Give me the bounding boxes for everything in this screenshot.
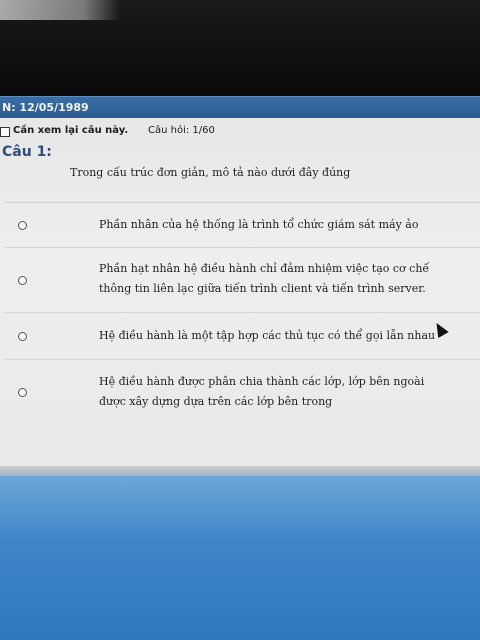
screen-glare	[0, 0, 120, 20]
answer-option-1[interactable]: Phần nhân của hệ thống là trình tổ chức …	[4, 203, 480, 248]
answer-line: thông tin liên lạc giữa tiến trình clien…	[99, 282, 426, 295]
answer-line: Hệ điều hành được phân chia thành các lớ…	[99, 375, 425, 388]
question-text: Trong cấu trúc đơn giản, mô tả nào dưới …	[70, 166, 351, 179]
question-toolbar: Cần xem lại câu này. Câu hỏi: 1/60	[0, 124, 480, 142]
answer-text-1: Phần nhân của hệ thống là trình tổ chức …	[99, 215, 459, 235]
answer-line: Phần nhân của hệ thống là trình tổ chức …	[99, 218, 419, 231]
answer-radio-4[interactable]	[18, 388, 27, 397]
panel-bottom-edge	[0, 466, 480, 476]
answer-radio-1[interactable]	[18, 221, 27, 230]
answer-text-3: Hệ điều hành là một tập hợp các thủ tục …	[99, 326, 459, 346]
question-title: Câu 1:	[2, 144, 52, 160]
answer-option-3[interactable]: Hệ điều hành là một tập hợp các thủ tục …	[4, 313, 480, 360]
answer-text-4: Hệ điều hành được phân chia thành các lớ…	[99, 372, 459, 412]
answer-text-2: Phần hạt nhân hệ điều hành chỉ đảm nhiệm…	[99, 259, 459, 299]
question-counter: Câu hỏi: 1/60	[148, 125, 215, 136]
answer-radio-3[interactable]	[18, 332, 27, 341]
desktop-background	[0, 476, 480, 640]
review-checkbox[interactable]	[0, 127, 10, 137]
user-info: N: 12/05/1989	[2, 101, 89, 114]
answer-list: Phần nhân của hệ thống là trình tổ chức …	[4, 202, 480, 459]
answer-line: Hệ điều hành là một tập hợp các thủ tục …	[99, 329, 436, 342]
review-label[interactable]: Cần xem lại câu này.	[13, 125, 128, 136]
answer-line: Phần hạt nhân hệ điều hành chỉ đảm nhiệm…	[99, 262, 430, 275]
answer-radio-2[interactable]	[18, 276, 27, 285]
answer-line: được xây dựng dựa trên các lớp bên trong	[99, 395, 333, 408]
answer-option-4[interactable]: Hệ điều hành được phân chia thành các lớ…	[4, 360, 480, 428]
header-bar: N: 12/05/1989	[0, 96, 480, 119]
answer-option-2[interactable]: Phần hạt nhân hệ điều hành chỉ đảm nhiệm…	[4, 248, 480, 313]
question-panel: Cần xem lại câu này. Câu hỏi: 1/60 Câu 1…	[0, 118, 480, 466]
